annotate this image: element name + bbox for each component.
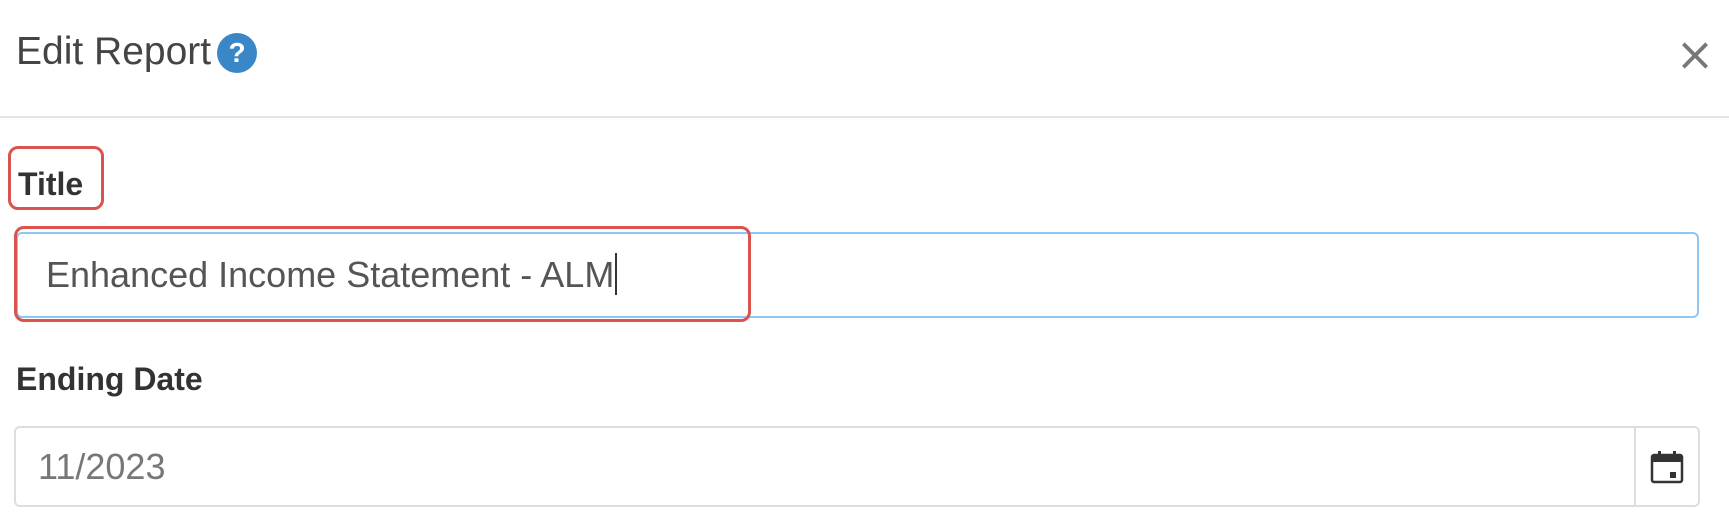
- close-button[interactable]: ×: [1673, 30, 1717, 78]
- ending-date-label: Ending Date: [16, 361, 203, 397]
- edit-report-dialog: Edit Report ? × Title Ending Date: [0, 0, 1729, 532]
- close-icon: ×: [1675, 27, 1715, 81]
- calendar-button[interactable]: [1634, 428, 1698, 505]
- help-icon[interactable]: ?: [217, 33, 258, 73]
- dialog-title: Edit Report: [16, 30, 212, 73]
- ending-date-input[interactable]: [16, 428, 1634, 505]
- dialog-header: Edit Report ? ×: [0, 0, 1729, 118]
- dialog-title-row: Edit Report ?: [16, 28, 258, 76]
- title-input[interactable]: [16, 232, 1699, 318]
- ending-date-group: [14, 426, 1700, 507]
- calendar-icon: [1650, 450, 1684, 483]
- title-label: Title: [18, 166, 84, 202]
- text-caret: [615, 253, 617, 295]
